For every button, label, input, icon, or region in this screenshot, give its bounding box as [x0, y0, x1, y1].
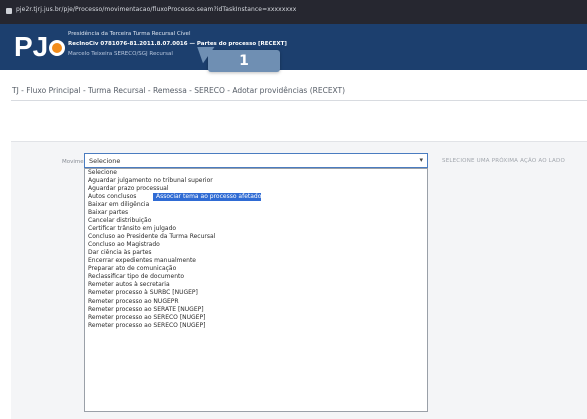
- select-value: Selecione: [89, 157, 121, 165]
- header-user-info: Marcelo Teixeira SERECO/SGJ Recursal: [68, 51, 173, 57]
- dropdown-option[interactable]: Encerrar expedientes manualmente: [85, 257, 427, 265]
- dropdown-option[interactable]: Remeter processo ao SERECO [NUGEP]: [85, 322, 427, 330]
- dropdown-option[interactable]: Remeter autos à secretaria: [85, 281, 427, 289]
- dropdown-option[interactable]: Aguardar julgamento no tribunal superior: [85, 177, 427, 185]
- callout-number: 1: [239, 53, 249, 69]
- pje-header: PJ Presidência da Terceira Turma Recursa…: [0, 24, 587, 70]
- dropdown-option[interactable]: Remeter processo à SURBC [NUGEP]: [85, 289, 427, 297]
- dropdown-option[interactable]: Remeter processo ao SERATE [NUGEP]: [85, 306, 427, 314]
- panel-top-area: [11, 101, 587, 142]
- dropdown-option[interactable]: Selecione: [85, 169, 427, 177]
- logo-circle-icon: [49, 39, 66, 56]
- dropdown-option[interactable]: Concluso ao Presidente da Turma Recursal: [85, 233, 427, 241]
- dropdown-option[interactable]: Associar tema ao processo afetado: [153, 193, 262, 202]
- dropdown-option[interactable]: Baixar partes: [85, 209, 427, 217]
- lock-icon: [6, 8, 12, 14]
- header-process-number: RecInoCiv 0781076-81.2011.8.07.0016 — Pa…: [68, 41, 287, 47]
- url-text[interactable]: pje2r.tjrj.jus.br/pje/Processo/movimenta…: [16, 6, 296, 13]
- dropdown-option[interactable]: Dar ciência às partes: [85, 249, 427, 257]
- numbered-callout: 1: [191, 38, 280, 72]
- logo-text: PJ: [14, 31, 49, 62]
- dropdown-option[interactable]: Concluso ao Magistrado: [85, 241, 427, 249]
- dropdown-option[interactable]: Cancelar distribuição: [85, 217, 427, 225]
- movement-select[interactable]: Selecione ▾: [84, 153, 428, 168]
- dropdown-option[interactable]: Remeter processo ao NUGEPR: [85, 298, 427, 306]
- chevron-down-icon[interactable]: ▾: [419, 156, 423, 164]
- pje-logo[interactable]: PJ: [14, 31, 66, 62]
- dropdown-option[interactable]: Certificar trânsito em julgado: [85, 225, 427, 233]
- dropdown-option[interactable]: Aguardar prazo processual: [85, 185, 427, 193]
- header-court-title: Presidência da Terceira Turma Recursal C…: [68, 31, 191, 37]
- breadcrumb: TJ - Fluxo Principal - Turma Recursal - …: [12, 86, 346, 95]
- dropdown-option[interactable]: Remeter processo ao SERECO [NUGEP]: [85, 314, 427, 322]
- dropdown-option[interactable]: Baixar em diligência: [85, 201, 427, 209]
- movement-dropdown-list[interactable]: Selecione Aguardar julgamento no tribunal…: [84, 168, 428, 412]
- browser-address-bar[interactable]: pje2r.tjrj.jus.br/pje/Processo/movimenta…: [0, 0, 587, 24]
- next-action-hint: SELECIONE UMA PRÓXIMA AÇÃO AO LADO: [442, 158, 565, 164]
- dropdown-option[interactable]: Preparar ato de comunicação: [85, 265, 427, 273]
- dropdown-option[interactable]: Reclassificar tipo de documento: [85, 273, 427, 281]
